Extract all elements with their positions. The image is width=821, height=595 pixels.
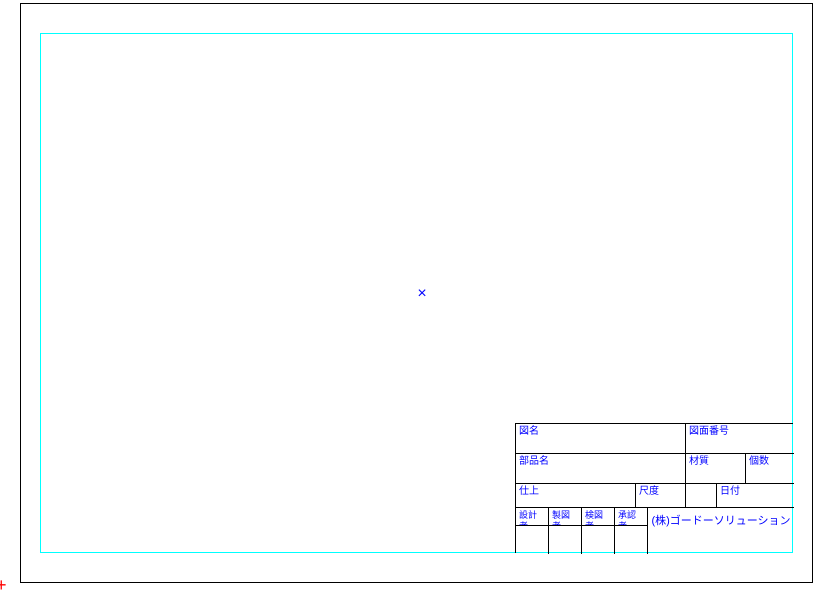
label-drawing-number: 図面番号 [689,426,729,437]
field-material: 材質 [686,454,746,484]
label-approver: 承認者 [618,510,636,526]
field-count: 個数 [746,454,794,484]
field-finish: 仕上 [516,484,636,508]
label-designer: 設計者 [519,510,537,526]
label-drafter: 製図者 [552,510,570,526]
label-checker: 検図者 [585,510,603,526]
field-drawing-number: 図面番号 [686,424,794,454]
label-material: 材質 [689,456,709,467]
field-designer: 設計者 [516,508,549,526]
sign-box-designer [516,526,549,554]
company-cell: (株)ゴードーソリューション [648,508,794,554]
label-scale: 尺度 [639,486,659,497]
title-block: 図名 図面番号 部品名 材質 個数 仕上 尺度 日付 設計者 製図者 検図者 承… [515,423,793,553]
label-finish: 仕上 [519,486,539,497]
label-drawing-name: 図名 [519,426,539,437]
field-drawing-name: 図名 [516,424,686,454]
field-part-name: 部品名 [516,454,686,484]
field-scale: 尺度 [636,484,686,508]
field-date: 日付 [716,484,794,508]
sign-box-checker [582,526,615,554]
label-count: 個数 [749,456,769,467]
field-drafter: 製図者 [549,508,582,526]
spacer-cell [686,484,716,508]
center-cross-mark: × [414,286,430,302]
company-name: (株)ゴードーソリューション [651,515,790,527]
field-approver: 承認者 [615,508,648,526]
label-part-name: 部品名 [519,456,549,467]
label-date: 日付 [720,486,740,497]
sign-box-drafter [549,526,582,554]
origin-cross-mark: + [0,576,7,594]
sign-box-approver [615,526,648,554]
field-checker: 検図者 [582,508,615,526]
